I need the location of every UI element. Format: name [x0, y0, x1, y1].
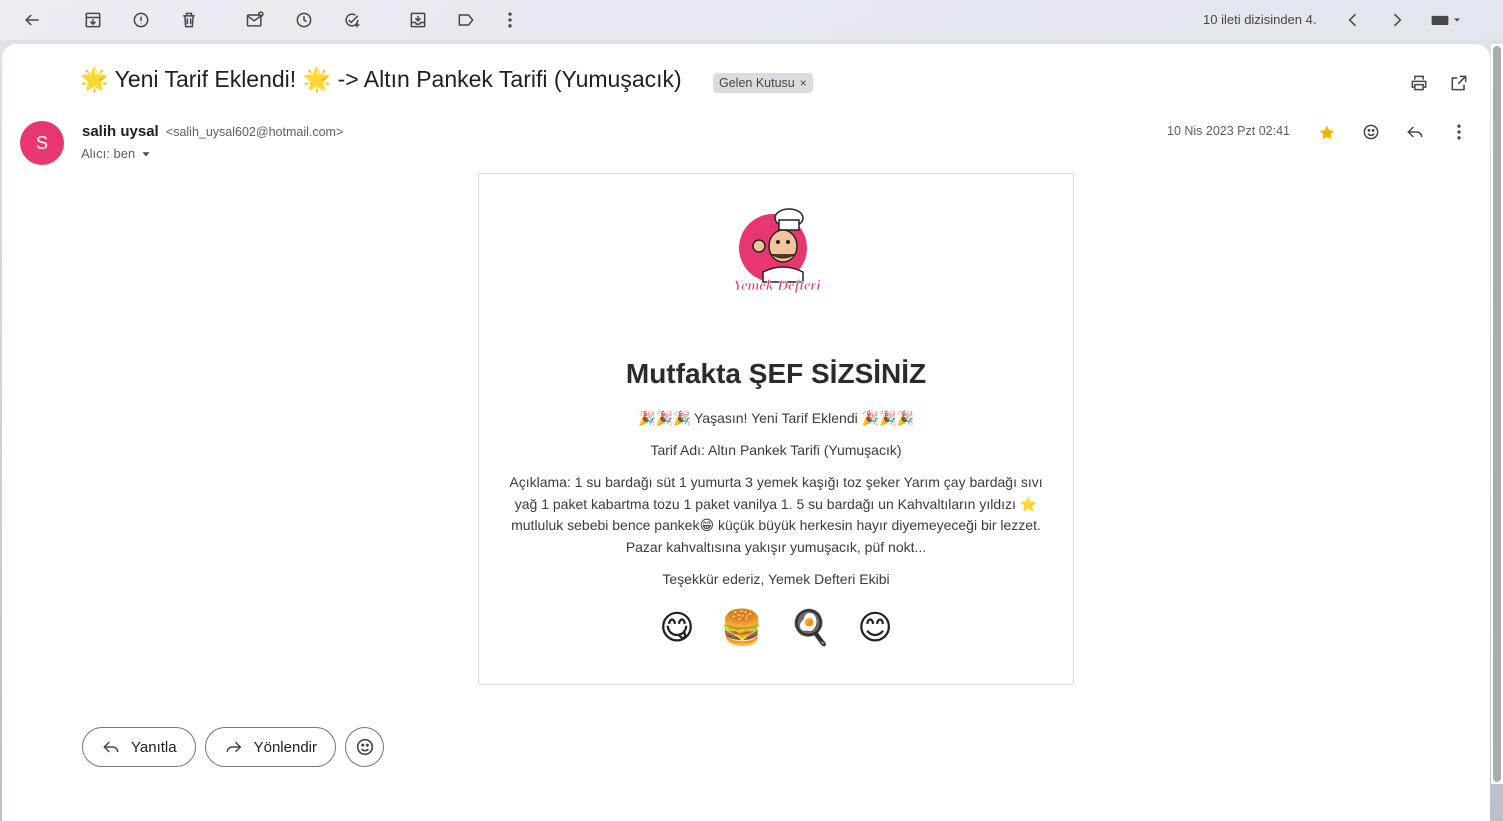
- top-toolbar: 10 ileti dizisinden 4.: [0, 0, 1503, 40]
- sender-name[interactable]: salih uysal: [82, 123, 159, 140]
- smile-emoji: 😊: [857, 609, 893, 647]
- burger-emoji: 🍔: [720, 609, 763, 647]
- chevron-left-icon[interactable]: [1339, 6, 1367, 34]
- emoji-row: 😋 🍔 🍳 😊: [479, 608, 1073, 648]
- forward-label: Yönlendir: [253, 738, 317, 756]
- emoji-reaction-button[interactable]: [345, 727, 384, 767]
- back-arrow-icon[interactable]: [18, 6, 46, 34]
- forward-button[interactable]: Yönlendir: [205, 727, 336, 767]
- recipe-name: Tarif Adı: Altın Pankek Tarifi (Yumuşacı…: [650, 442, 902, 458]
- add-task-icon[interactable]: [338, 6, 366, 34]
- scrollbar-thumb[interactable]: [1493, 46, 1501, 782]
- reply-button[interactable]: Yanıtla: [82, 727, 196, 767]
- sender-avatar[interactable]: S: [20, 121, 64, 165]
- reply-icon: [103, 741, 119, 753]
- more-vert-icon[interactable]: [496, 6, 524, 34]
- snooze-icon[interactable]: [290, 6, 318, 34]
- sender-line: salih uysal <salih_uysal602@hotmail.com>: [82, 123, 343, 140]
- keyboard-icon[interactable]: [1424, 6, 1468, 34]
- recipe-description: Açıklama: 1 su bardağı süt 1 yumurta 3 y…: [509, 474, 1043, 555]
- yum-emoji: 😋: [659, 609, 695, 647]
- frying-pan-emoji: 🍳: [789, 609, 832, 647]
- inbox-label-chip: Gelen Kutusu ×: [713, 73, 813, 93]
- email-body-card: Yemek Defteri Mutfakta ŞEF SİZSİNİZ 🎉🎉🎉 …: [478, 173, 1074, 685]
- remove-label-icon[interactable]: ×: [800, 76, 807, 90]
- recipient-text: Alıcı: ben: [81, 146, 136, 161]
- scrollbar[interactable]: [1491, 44, 1503, 784]
- report-spam-icon[interactable]: [127, 6, 155, 34]
- add-reaction-icon[interactable]: [1359, 120, 1383, 144]
- yemek-defteri-logo: Yemek Defteri: [729, 202, 825, 302]
- sender-email: <salih_uysal602@hotmail.com>: [165, 125, 344, 139]
- delete-icon[interactable]: [175, 6, 203, 34]
- reply-label: Yanıtla: [131, 738, 177, 756]
- logo-text: Yemek Defteri: [733, 278, 821, 294]
- open-new-window-icon[interactable]: [1447, 71, 1471, 95]
- thanks-line: Teşekkür ederiz, Yemek Defteri Ekibi: [662, 571, 890, 587]
- forward-icon: [226, 741, 242, 753]
- card-headline: Mutfakta ŞEF SİZSİNİZ: [625, 358, 927, 389]
- more-options-icon[interactable]: [1447, 120, 1471, 144]
- email-date: 10 Nis 2023 Pzt 02:41: [1167, 124, 1290, 138]
- reply-icon[interactable]: [1403, 120, 1427, 144]
- mark-unread-icon[interactable]: [241, 6, 269, 34]
- archive-icon[interactable]: [79, 6, 107, 34]
- smiley-icon: [356, 738, 373, 756]
- move-to-icon[interactable]: [404, 6, 432, 34]
- label-icon[interactable]: [452, 6, 480, 34]
- celebration-line: 🎉🎉🎉 Yaşasın! Yeni Tarif Eklendi 🎉🎉🎉: [638, 410, 914, 426]
- inbox-label-text: Gelen Kutusu: [719, 76, 795, 90]
- star-icon[interactable]: [1315, 121, 1339, 145]
- print-icon[interactable]: [1407, 71, 1431, 95]
- recipient-details[interactable]: Alıcı: ben: [81, 146, 153, 161]
- pager-text: 10 ileti dizisinden 4.: [1203, 12, 1317, 27]
- caret-down-icon: [142, 151, 150, 156]
- chevron-right-icon[interactable]: [1383, 6, 1411, 34]
- email-subject: 🌟 Yeni Tarif Eklendi! 🌟 -> Altın Pankek …: [80, 66, 682, 92]
